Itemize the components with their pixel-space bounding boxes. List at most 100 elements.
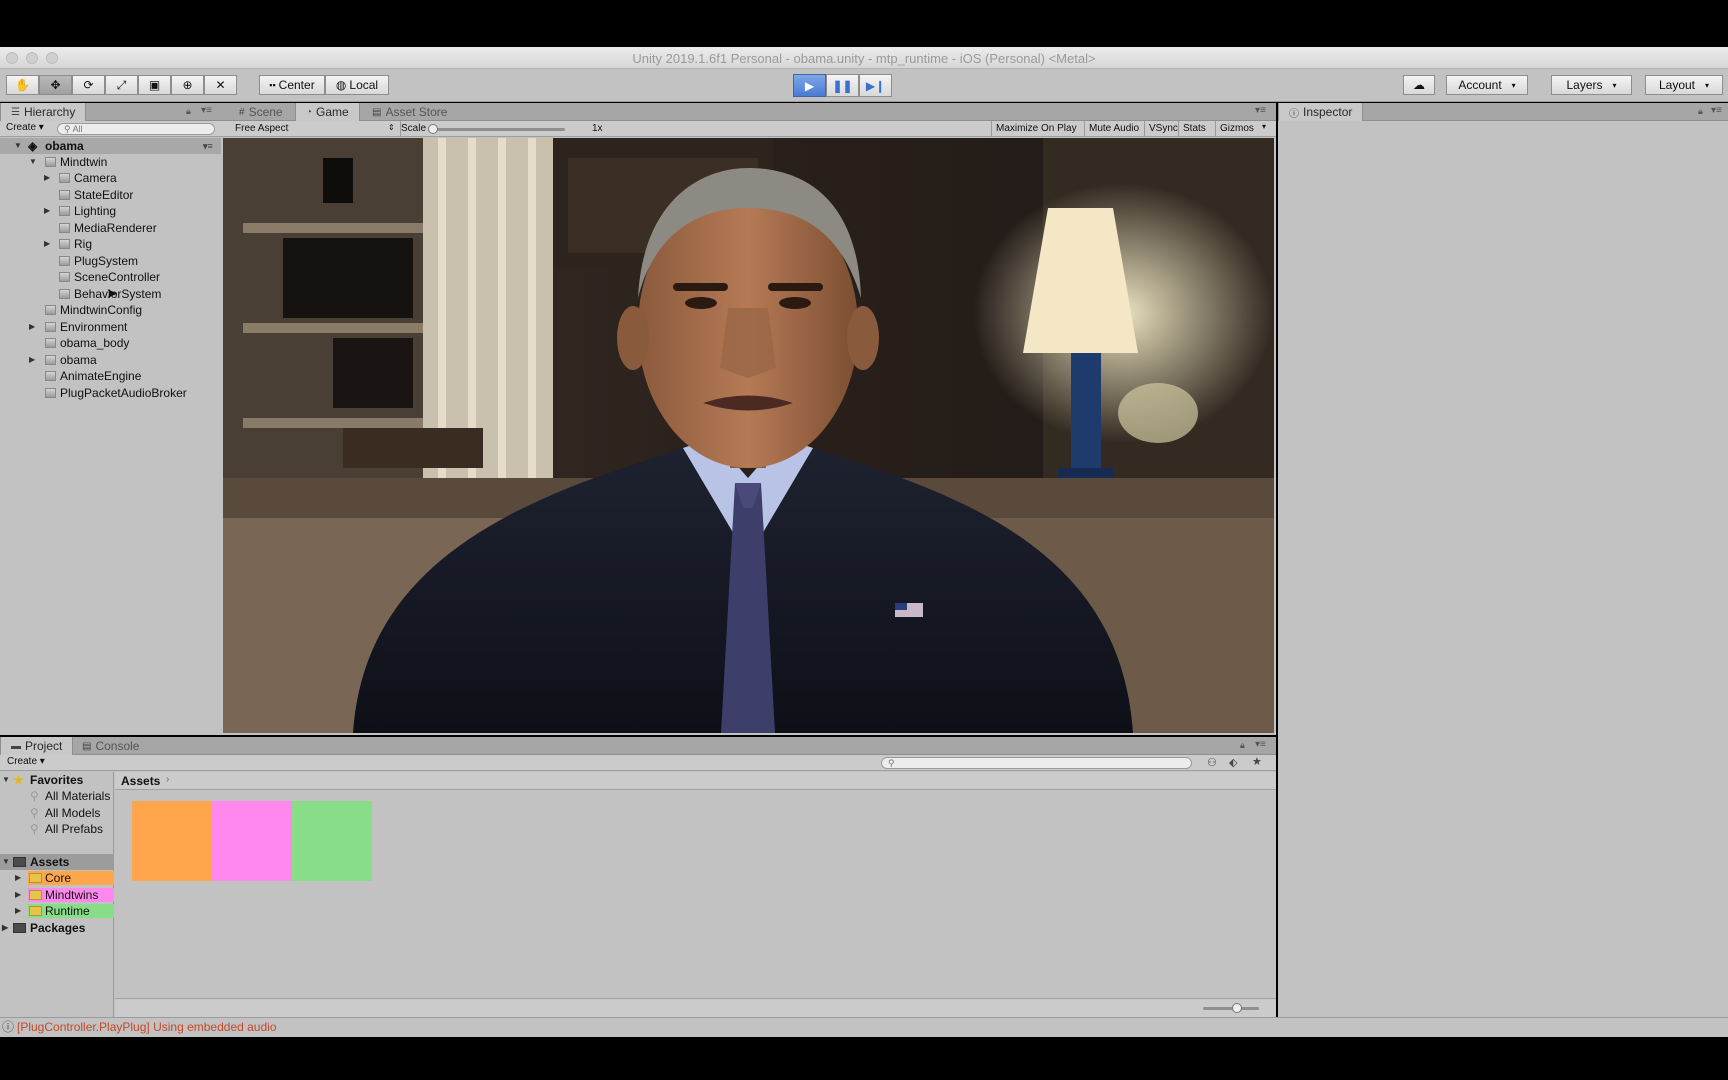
hand-tool-button[interactable]: ✋ xyxy=(6,75,39,95)
asset-thumbnail-runtime[interactable] xyxy=(292,801,372,881)
hierarchy-item[interactable]: ▼ Mindtwin xyxy=(0,154,221,170)
maximize-on-play-toggle[interactable]: Maximize On Play xyxy=(991,121,1081,137)
hierarchy-item[interactable]: AnimateEngine xyxy=(0,368,221,384)
wrench-icon: ✕ xyxy=(215,78,226,92)
rotate-tool-button[interactable]: ⟳ xyxy=(72,75,105,95)
hierarchy-item[interactable]: ▶ Camera xyxy=(0,170,221,186)
search-icon: ⚲ xyxy=(64,124,71,134)
status-bar[interactable]: ⓘ [PlugController.PlayPlug] Using embedd… xyxy=(0,1017,1728,1037)
asset-folder-item[interactable]: ▶ Core xyxy=(0,870,114,886)
tab-console[interactable]: ▤ Console xyxy=(72,737,149,755)
lock-icon[interactable]: 🔒︎ xyxy=(1698,106,1703,117)
tab-scene[interactable]: # Scene xyxy=(229,103,293,121)
scale-tool-button[interactable]: ⤢ xyxy=(105,75,138,95)
gameobject-icon xyxy=(59,289,70,299)
breadcrumb-assets[interactable]: Assets xyxy=(121,774,160,788)
gameobject-icon xyxy=(45,338,56,348)
tab-project[interactable]: ▬ Project xyxy=(0,737,74,755)
gameobject-icon xyxy=(59,173,70,183)
filter-by-type-icon[interactable]: ⚇ xyxy=(1207,756,1217,769)
hierarchy-item[interactable]: ▶ Rig xyxy=(0,236,221,252)
hierarchy-item[interactable]: StateEditor xyxy=(0,187,221,203)
game-render-view[interactable] xyxy=(223,138,1274,733)
rect-tool-button[interactable]: ▣ xyxy=(138,75,171,95)
breadcrumb: Assets › xyxy=(115,772,1276,790)
info-icon: ⓘ xyxy=(2,1020,15,1034)
collab-button[interactable]: ☁ xyxy=(1403,75,1435,95)
tab-asset-store[interactable]: ▤ Asset Store xyxy=(362,103,457,121)
pause-button[interactable]: ❚❚ xyxy=(826,74,859,97)
hierarchy-create-dropdown[interactable]: Create ▾ xyxy=(6,122,44,133)
panel-menu-icon[interactable]: ▾≡ xyxy=(201,105,212,116)
transform-tool-button[interactable]: ⊕ xyxy=(171,75,204,95)
play-button[interactable]: ▶ xyxy=(793,74,826,97)
tab-hierarchy[interactable]: ☰ Hierarchy xyxy=(0,103,87,121)
favorites-item[interactable]: ⚲ All Materials xyxy=(0,788,114,804)
step-button[interactable]: ▶❙ xyxy=(859,74,892,97)
custom-tool-button[interactable]: ✕ xyxy=(204,75,237,95)
hierarchy-item[interactable]: MindtwinConfig xyxy=(0,302,221,318)
icon-size-slider-track[interactable] xyxy=(1203,1007,1259,1010)
layers-dropdown[interactable]: Layers xyxy=(1551,75,1632,95)
favorites-section[interactable]: ▼ ★ Favorites xyxy=(0,772,114,788)
icon-size-slider-handle[interactable] xyxy=(1232,1003,1242,1013)
collapsed-arrow-icon: ▶ xyxy=(29,355,36,364)
hierarchy-item[interactable]: PlugPacketAudioBroker xyxy=(0,385,221,401)
panel-menu-icon[interactable]: ▾≡ xyxy=(1255,105,1266,116)
tab-game[interactable]: ◔ Game xyxy=(295,103,360,121)
hierarchy-item[interactable]: PlugSystem xyxy=(0,253,221,269)
favorite-star-icon[interactable]: ★ xyxy=(1252,755,1262,768)
dropdown-arrow-icon: ⇕ xyxy=(388,123,395,132)
stats-toggle[interactable]: Stats xyxy=(1178,121,1210,137)
expanded-arrow-icon: ▼ xyxy=(2,857,10,866)
asset-folder-item[interactable]: ▶ Runtime xyxy=(0,903,114,919)
lock-icon[interactable]: 🔒︎ xyxy=(186,106,191,117)
lock-icon[interactable]: 🔒︎ xyxy=(1240,740,1245,751)
packages-section[interactable]: ▶ Packages xyxy=(0,920,114,936)
scene-menu-icon[interactable]: ▾≡ xyxy=(203,138,213,154)
space-toggle-button[interactable]: ◍ Local xyxy=(325,75,389,95)
move-tool-button[interactable]: ✥ xyxy=(39,75,72,95)
gameobject-icon xyxy=(59,223,70,233)
vsync-toggle[interactable]: VSync xyxy=(1144,121,1182,137)
scale-slider-track[interactable] xyxy=(430,128,565,131)
project-footer xyxy=(115,998,1276,1017)
favorites-item[interactable]: ⚲ All Models xyxy=(0,805,114,821)
game-tabstrip: # Scene ◔ Game ▤ Asset Store ▾≡ xyxy=(221,103,1276,121)
gizmos-arrow-icon[interactable]: ▾ xyxy=(1262,122,1266,131)
folder-tab-icon: ▬ xyxy=(11,740,21,752)
hierarchy-item[interactable]: ▶ obama xyxy=(0,352,221,368)
hierarchy-item[interactable]: SceneController xyxy=(0,269,221,285)
globe-icon: ◍ xyxy=(335,78,347,92)
unity-scene-icon: ◈ xyxy=(28,139,38,153)
gizmos-dropdown[interactable]: Gizmos xyxy=(1215,121,1258,137)
mute-audio-toggle[interactable]: Mute Audio xyxy=(1084,121,1143,137)
chevron-right-icon: › xyxy=(166,774,170,785)
hierarchy-item[interactable]: obama_body xyxy=(0,335,221,351)
asset-thumbnail-mindtwins[interactable] xyxy=(212,801,292,881)
aspect-dropdown[interactable]: Free Aspect xyxy=(235,123,288,134)
panel-menu-icon[interactable]: ▾≡ xyxy=(1255,739,1266,750)
cloud-icon: ☁ xyxy=(1413,78,1425,92)
asset-folder-item[interactable]: ▶ Mindtwins xyxy=(0,887,114,903)
hierarchy-item[interactable]: MediaRenderer xyxy=(0,220,221,236)
hierarchy-item[interactable]: ▶ Lighting xyxy=(0,203,221,219)
tab-inspector[interactable]: ⓘ Inspector xyxy=(1278,103,1364,121)
project-tabstrip: ▬ Project ▤ Console 🔒︎ ▾≡ xyxy=(0,737,1276,755)
asset-thumbnail-core[interactable] xyxy=(132,801,212,881)
assets-section[interactable]: ▼ Assets xyxy=(0,854,114,870)
pivot-icon: ▪▪ xyxy=(269,80,276,90)
search-icon: ⚲ xyxy=(30,822,39,836)
favorites-item[interactable]: ⚲ All Prefabs xyxy=(0,821,114,837)
hierarchy-scene-root[interactable]: ▼ ◈ obama ▾≡ xyxy=(0,138,221,154)
scale-slider-handle[interactable] xyxy=(428,124,438,134)
layout-dropdown[interactable]: Layout xyxy=(1645,75,1723,95)
panel-menu-icon[interactable]: ▾≡ xyxy=(1711,105,1722,116)
project-create-dropdown[interactable]: Create ▾ xyxy=(7,756,45,767)
pivot-toggle-button[interactable]: ▪▪ Center xyxy=(259,75,325,95)
account-dropdown[interactable]: Account xyxy=(1446,75,1528,95)
project-search-input[interactable]: ⚲ xyxy=(881,757,1192,769)
hierarchy-search-input[interactable]: ⚲ All xyxy=(57,123,215,135)
hierarchy-item[interactable]: ▶ Environment xyxy=(0,319,221,335)
filter-by-label-icon[interactable]: ⬖ xyxy=(1229,756,1237,769)
